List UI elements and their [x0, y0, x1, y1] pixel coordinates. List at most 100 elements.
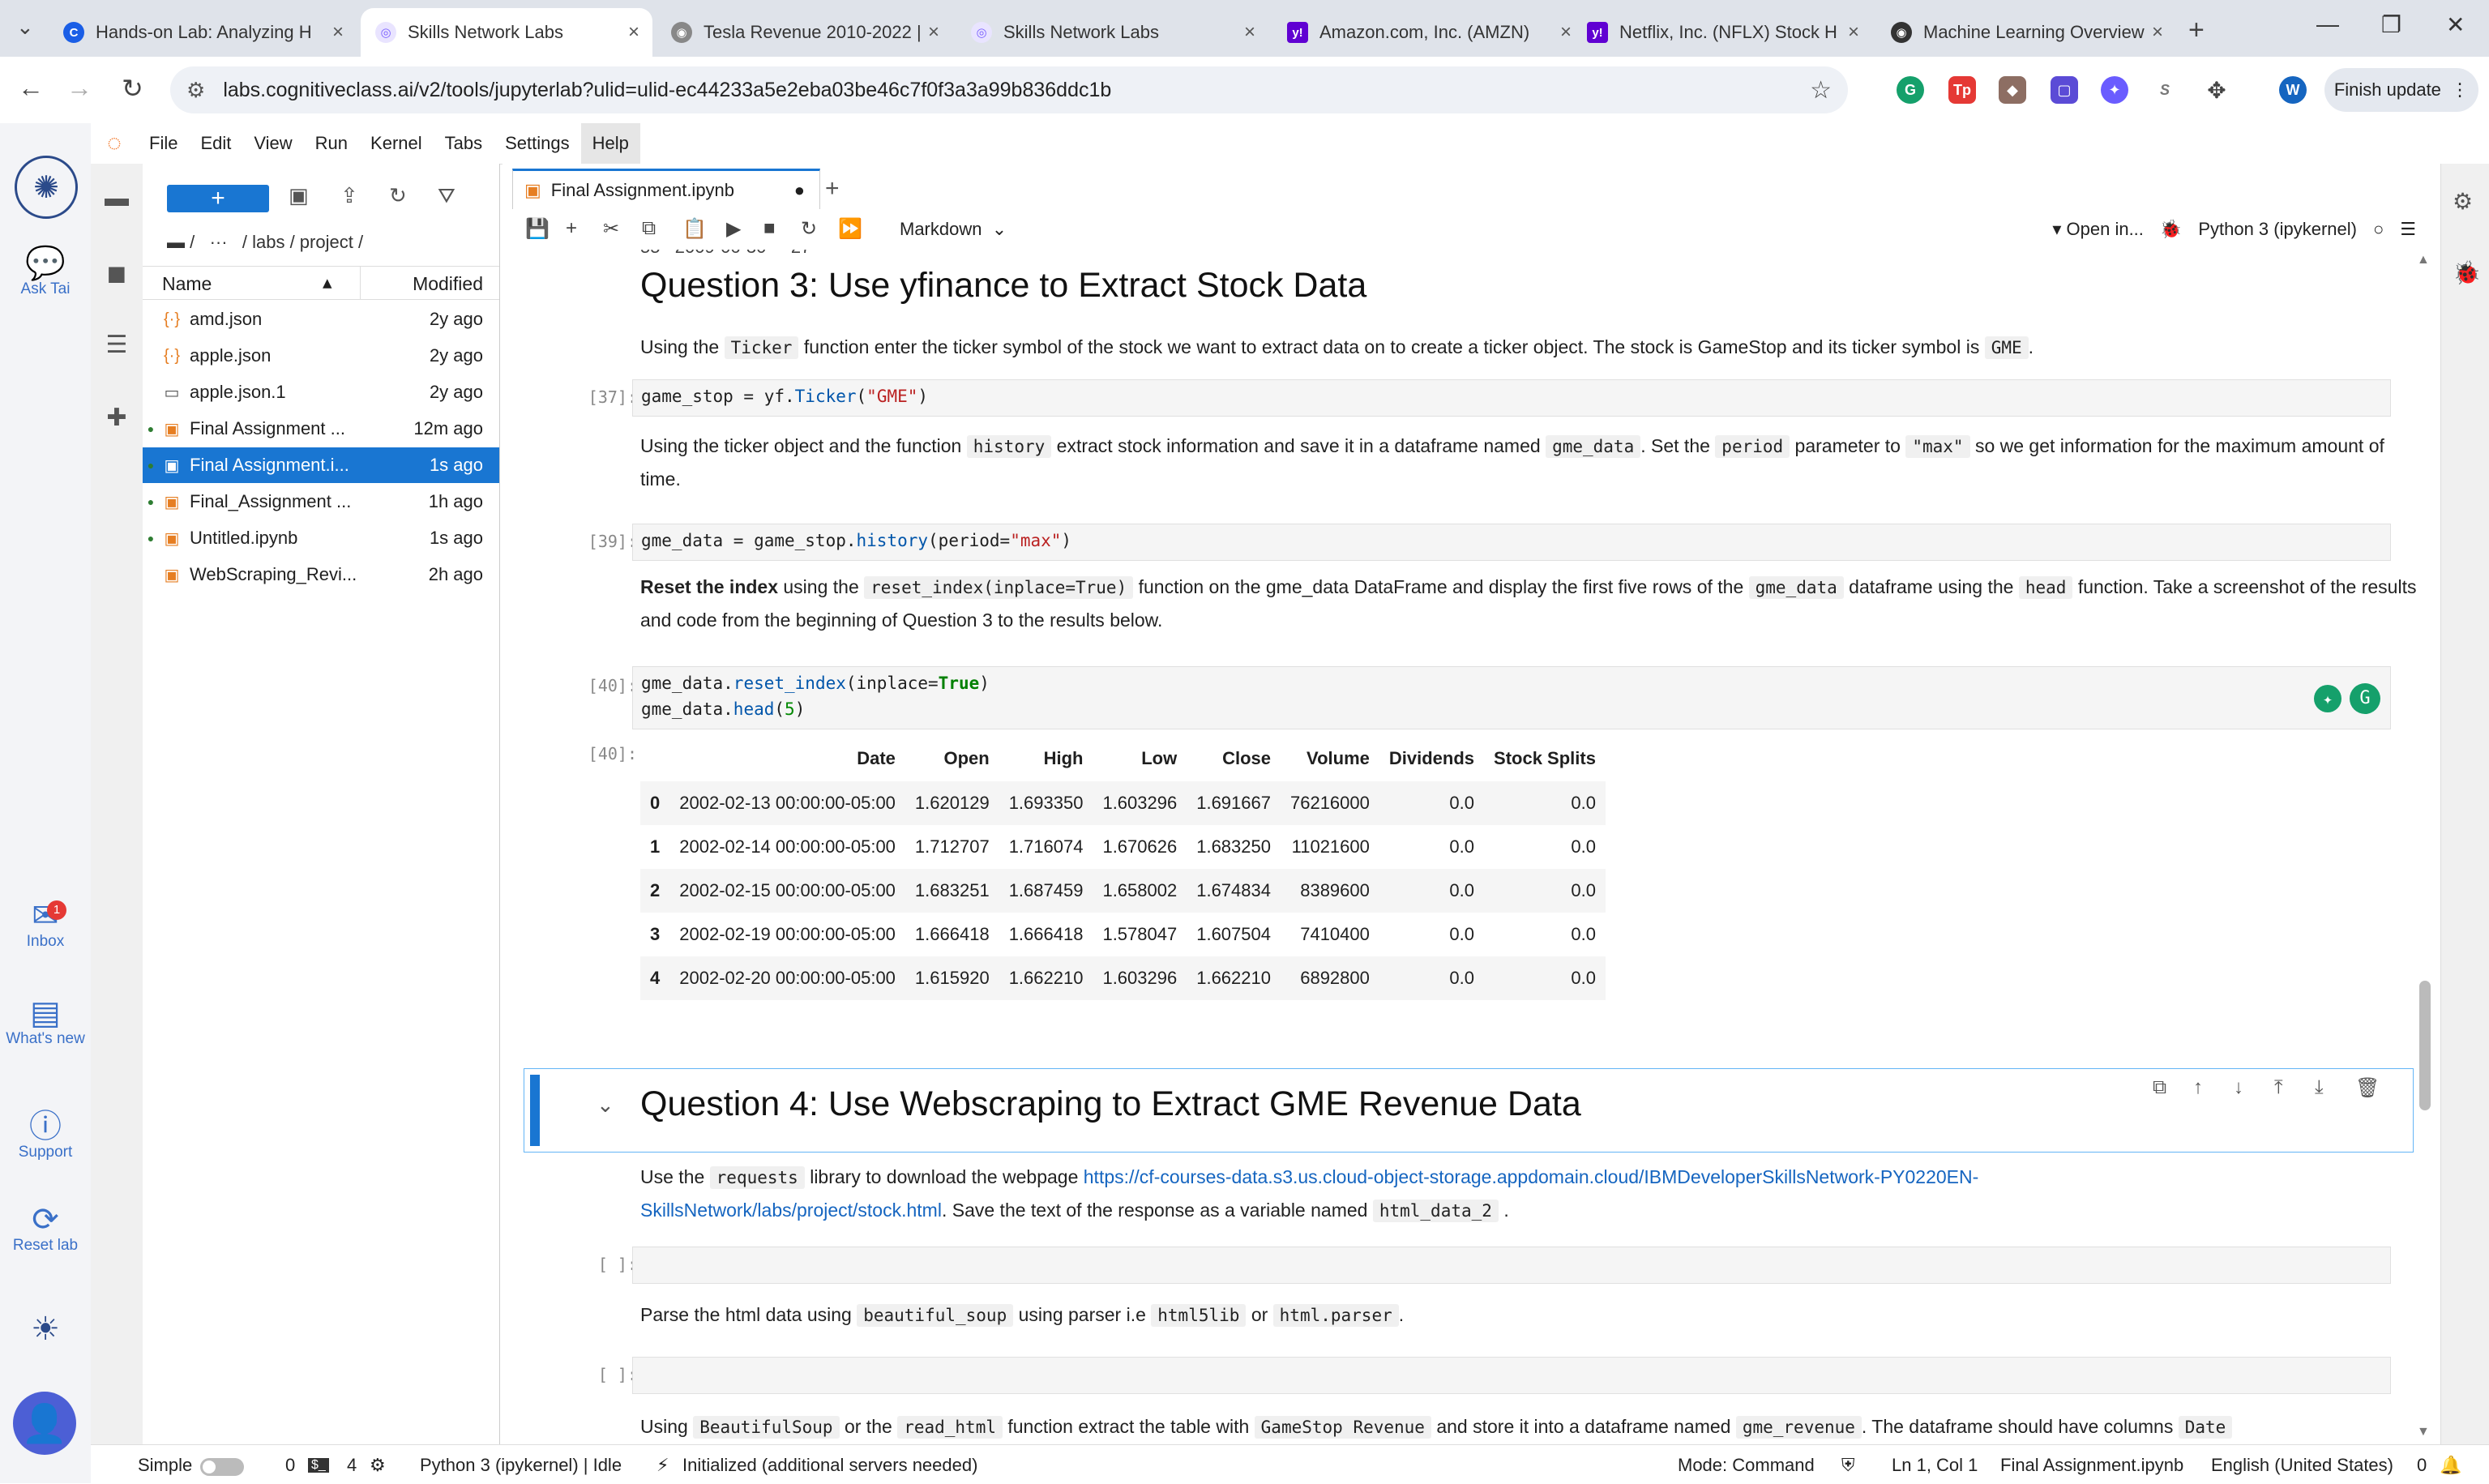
file-item[interactable]: {·} apple.json 2y ago — [143, 338, 499, 374]
breadcrumb-path[interactable]: / ··· / labs / project / — [190, 232, 363, 252]
reload-icon[interactable]: ↻ — [122, 73, 143, 104]
menu-run[interactable]: Run — [304, 123, 359, 164]
debugger-bug-icon[interactable]: 🐞 — [2453, 259, 2481, 286]
empty-code-cell[interactable] — [632, 1247, 2391, 1284]
browser-tab[interactable]: C Hands-on Lab: Analyzing H × — [49, 8, 357, 57]
code-cell-40[interactable]: gme_data.reset_index(inplace=True) gme_d… — [632, 666, 2391, 729]
user-avatar-icon[interactable]: 👤 — [13, 1392, 76, 1455]
kernels-count[interactable]: 4 — [347, 1455, 357, 1476]
restart-icon[interactable]: ↻ — [801, 217, 817, 241]
scroll-up-arrow-icon[interactable]: ▲ — [2417, 253, 2430, 267]
file-item[interactable]: ● ▣ Final_Assignment ... 1h ago — [143, 484, 499, 520]
menu-help[interactable]: Help — [580, 123, 640, 164]
code-cell-37[interactable]: game_stop = yf.Ticker("GME") — [632, 379, 2391, 417]
kernel-name[interactable]: Python 3 (ipykernel) — [2198, 219, 2357, 240]
new-folder-icon[interactable]: ▣ — [289, 183, 309, 208]
theme-toggle-button[interactable]: ☀ — [0, 1313, 91, 1345]
browser-tab[interactable]: y! Amazon.com, Inc. (AMZN) × — [1272, 8, 1584, 57]
close-icon[interactable]: × — [622, 21, 646, 44]
stop-icon[interactable]: ■ — [763, 217, 776, 240]
support-button[interactable]: ⓘ Support — [0, 1110, 91, 1163]
file-item[interactable]: ● ▣ Untitled.ipynb 1s ago — [143, 520, 499, 556]
close-icon[interactable]: × — [326, 21, 350, 44]
new-tab-plus-icon[interactable]: + — [2188, 15, 2205, 46]
menu-tabs[interactable]: Tabs — [434, 123, 494, 164]
url-omnibox[interactable]: ⚙ labs.cognitiveclass.ai/v2/tools/jupyte… — [170, 66, 1848, 113]
debugger-bug-icon[interactable]: 🐞 — [2160, 219, 2182, 240]
close-icon[interactable]: × — [2145, 21, 2170, 44]
tab-search-icon[interactable]: ⌄ — [16, 15, 34, 40]
notebook-scrollbar-thumb[interactable] — [2419, 981, 2431, 1110]
unsaved-dot-icon[interactable]: ● — [794, 180, 805, 201]
inbox-button[interactable]: ✉ Inbox 1 — [0, 900, 91, 952]
cell-type-select[interactable]: Markdown ⌄ — [900, 219, 1007, 240]
browser-tab-active[interactable]: ◎ Skills Network Labs × — [361, 8, 652, 57]
column-modified-header[interactable]: Modified — [413, 273, 483, 295]
cell-selection-bar[interactable] — [530, 1075, 540, 1146]
running-kernels-icon[interactable]: ◼ — [91, 259, 143, 288]
grammarly-icon[interactable]: G — [2350, 683, 2380, 714]
extensions-icon[interactable]: ✚ — [91, 404, 143, 432]
run-icon[interactable]: ▶ — [726, 217, 741, 241]
menu-view[interactable]: View — [242, 123, 303, 164]
extensions-puzzle-icon[interactable]: ✥ — [2203, 76, 2230, 104]
restart-run-all-icon[interactable]: ⏩ — [838, 217, 862, 241]
extension-owl-icon[interactable]: ◆ — [1999, 76, 2026, 104]
back-arrow-icon[interactable]: ← — [18, 73, 44, 103]
stock-html-link-continued[interactable]: SkillsNetwork/labs/project/stock.html — [640, 1200, 942, 1221]
reset-lab-button[interactable]: ⟳ Reset lab — [0, 1204, 91, 1256]
profile-avatar[interactable]: W — [2279, 76, 2307, 104]
notebook-tab[interactable]: ▣ Final Assignment.ipynb ● — [512, 169, 820, 210]
delete-cell-trash-icon[interactable]: 🗑 — [2355, 1076, 2380, 1100]
file-item[interactable]: ● ▣ Final Assignment ... 12m ago — [143, 411, 499, 447]
move-down-arrow-icon[interactable]: ↓ — [2234, 1076, 2243, 1099]
lsp-status[interactable]: Initialized (additional servers needed) — [682, 1455, 977, 1476]
close-icon[interactable]: × — [1238, 21, 1262, 44]
menu-hamburger-icon[interactable]: ☰ — [2400, 219, 2416, 240]
extension-s-icon[interactable]: S — [2151, 76, 2179, 104]
sort-caret-icon[interactable]: ▴ — [323, 272, 332, 293]
window-close-icon[interactable]: ✕ — [2446, 11, 2465, 38]
close-icon[interactable]: × — [1841, 21, 1866, 44]
bookmark-star-icon[interactable]: ☆ — [1810, 76, 1832, 105]
breadcrumb[interactable]: ▬ / ··· / labs / project / — [167, 232, 363, 253]
move-up-arrow-icon[interactable]: ↑ — [2193, 1076, 2203, 1099]
save-icon[interactable]: 💾 — [525, 217, 550, 241]
cut-icon[interactable]: ✂ — [603, 217, 619, 241]
close-icon[interactable]: × — [922, 21, 946, 44]
cursor-position[interactable]: Ln 1, Col 1 — [1892, 1455, 1978, 1476]
duplicate-cell-icon[interactable]: ⧉ — [2153, 1076, 2166, 1099]
upload-icon[interactable]: ⇪ — [340, 183, 358, 208]
column-name-header[interactable]: Name — [162, 273, 212, 295]
finish-update-button[interactable]: Finish update ⋮ — [2324, 68, 2478, 112]
file-item[interactable]: ▭ apple.json.1 2y ago — [143, 374, 499, 410]
empty-code-cell-2[interactable] — [632, 1357, 2391, 1394]
grammarly-extension-icon[interactable]: G — [1897, 76, 1924, 104]
insert-above-icon[interactable]: ⤒ — [2274, 1076, 2283, 1099]
file-item[interactable]: ● ▣ Final Assignment.i... 1s ago — [143, 447, 499, 483]
insert-below-icon[interactable]: ⤓ — [2315, 1076, 2324, 1099]
folder-icon[interactable]: ▬ — [91, 185, 143, 212]
file-item[interactable]: ▣ WebScraping_Revi... 2h ago — [143, 557, 499, 592]
terminals-count[interactable]: 0 — [285, 1455, 295, 1476]
menu-kernel[interactable]: Kernel — [359, 123, 434, 164]
code-cell-39[interactable]: gme_data = game_stop.history(period="max… — [632, 524, 2391, 561]
restore-icon[interactable]: ❐ — [2381, 11, 2401, 38]
browser-tab[interactable]: ◉ Tesla Revenue 2010-2022 | × — [656, 8, 952, 57]
notebook-scroll-area[interactable]: 55 2009-06-30 27 Question 3: Use yfinanc… — [503, 250, 2440, 1444]
table-of-contents-icon[interactable]: ☰ — [91, 331, 143, 359]
forward-arrow-icon[interactable]: → — [66, 73, 92, 103]
browser-tab[interactable]: ◉ Machine Learning Overview × — [1876, 8, 2176, 57]
menu-settings[interactable]: Settings — [494, 123, 581, 164]
browser-tab[interactable]: ◎ Skills Network Labs × — [956, 8, 1268, 57]
notification-count[interactable]: 0 — [2417, 1455, 2427, 1476]
ask-tai-button[interactable]: 💬 Ask Tai — [0, 247, 91, 300]
kernel-status[interactable]: Python 3 (ipykernel) | Idle — [420, 1455, 622, 1476]
file-item[interactable]: {·} amd.json 2y ago — [143, 302, 499, 337]
simple-mode-toggle[interactable] — [200, 1458, 244, 1476]
new-tab-plus-icon[interactable]: + — [825, 175, 840, 203]
assistant-bulb-icon[interactable]: ✦ — [2314, 685, 2341, 712]
filter-icon[interactable]: ⛛ — [438, 183, 455, 209]
menu-file[interactable]: File — [138, 123, 189, 164]
property-inspector-gear-icon[interactable]: ⚙ — [2453, 188, 2473, 215]
